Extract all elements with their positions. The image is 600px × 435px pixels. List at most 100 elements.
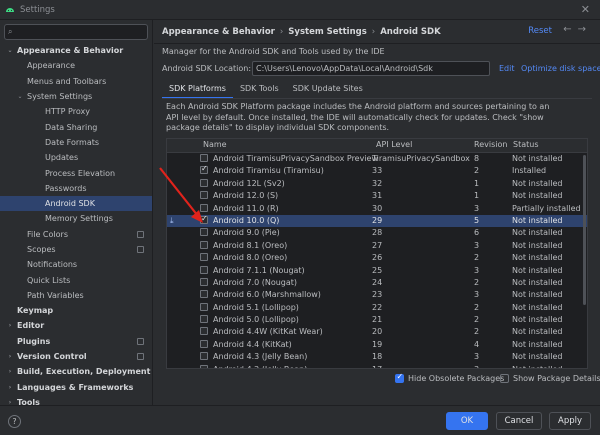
apply-button[interactable]: Apply [549, 412, 591, 430]
sidebar-item[interactable]: Scopes [0, 242, 152, 257]
column-header-status[interactable]: Status [513, 140, 539, 149]
back-arrow-icon[interactable]: ← [563, 24, 577, 35]
package-checkbox[interactable] [200, 339, 208, 348]
sidebar-item[interactable]: Android SDK [0, 195, 152, 212]
breadcrumb-item[interactable]: Appearance & Behavior [162, 27, 275, 37]
package-checkbox[interactable] [200, 315, 208, 324]
table-row[interactable]: Android 11.0 (R) 30 3 Partially installed [167, 203, 587, 215]
table-row[interactable]: Android 8.0 (Oreo) 26 2 Not installed [167, 252, 587, 264]
package-checkbox[interactable] [200, 214, 208, 224]
table-row[interactable]: Android 8.1 (Oreo) 27 3 Not installed [167, 240, 587, 252]
sidebar-item[interactable]: Memory Settings [0, 211, 152, 226]
sidebar-item[interactable]: Updates [0, 150, 152, 165]
sidebar-item[interactable]: File Colors [0, 227, 152, 242]
sidebar-item[interactable]: Quick Lists [0, 272, 152, 287]
sidebar-item[interactable]: Notifications [0, 257, 152, 272]
chevron-right-icon[interactable]: › [6, 353, 14, 360]
forward-arrow-icon[interactable]: → [578, 24, 592, 35]
package-checkbox[interactable] [200, 265, 208, 274]
table-row[interactable]: Android 6.0 (Marshmallow) 23 3 Not installe… [167, 289, 587, 301]
package-checkbox[interactable] [200, 203, 208, 212]
sidebar-item[interactable]: Passwords [0, 181, 152, 196]
table-row[interactable]: Android 12.0 (S) 31 1 Not installed [167, 190, 587, 202]
column-header-api-level[interactable]: API Level [376, 140, 412, 149]
sidebar-item[interactable]: Plugins [0, 334, 152, 349]
sidebar-item[interactable]: Date Formats [0, 135, 152, 150]
android-studio-icon [6, 7, 14, 12]
package-checkbox[interactable] [200, 290, 208, 299]
sidebar-item[interactable]: Data Sharing [0, 119, 152, 134]
table-row[interactable]: ⤓ Android 10.0 (Q) 29 5 Not installed [167, 214, 587, 228]
hide-obsolete-option[interactable]: Hide Obsolete Packages [395, 372, 504, 383]
sidebar-item[interactable]: › Version Control [0, 349, 152, 364]
table-row[interactable]: Android 4.4 (KitKat) 19 4 Not installed [167, 339, 587, 351]
chevron-down-icon[interactable]: ⌄ [16, 93, 24, 100]
hide-obsolete-checkbox[interactable] [395, 372, 404, 383]
status: Not installed [512, 191, 563, 201]
api-level: 25 [372, 265, 383, 275]
table-row[interactable]: Android 5.1 (Lollipop) 22 2 Not installed [167, 302, 587, 314]
sidebar-item[interactable]: › Build, Execution, Deployment [0, 364, 152, 379]
sidebar-item[interactable]: › Tools [0, 395, 152, 405]
show-details-option[interactable]: Show Package Details [500, 374, 600, 383]
table-row[interactable]: Android 4.3 (Jelly Bean) 18 3 Not installed [167, 351, 587, 363]
package-checkbox[interactable] [200, 191, 208, 200]
chevron-right-icon[interactable]: › [6, 368, 14, 375]
settings-tree: ⌄ Appearance & Behavior Appearance Menus an… [0, 43, 152, 405]
sidebar-item[interactable]: Appearance [0, 58, 152, 73]
sidebar-item[interactable]: ⌄ Appearance & Behavior [0, 43, 152, 58]
package-checkbox[interactable] [200, 240, 208, 249]
sidebar-item[interactable]: Keymap [0, 303, 152, 318]
breadcrumb-item[interactable]: System Settings [288, 27, 367, 37]
chevron-down-icon[interactable]: ⌄ [6, 47, 14, 54]
table-row[interactable]: Android 12L (Sv2) 32 1 Not installed [167, 178, 587, 190]
sidebar-item[interactable]: › Languages & Frameworks [0, 380, 152, 395]
tab-sdk-update-sites[interactable]: SDK Update Sites [286, 82, 370, 99]
table-row[interactable]: Android 9.0 (Pie) 28 6 Not installed [167, 227, 587, 239]
show-details-label[interactable]: Show Package Details [513, 374, 600, 383]
help-icon[interactable]: ? [8, 415, 21, 428]
close-icon[interactable]: ✕ [581, 3, 590, 16]
table-row[interactable]: Android Tiramisu (Tiramisu) 33 2 Installed [167, 164, 587, 177]
tab-sdk-platforms[interactable]: SDK Platforms [162, 82, 233, 99]
package-checkbox[interactable] [200, 154, 208, 162]
tab-sdk-tools[interactable]: SDK Tools [233, 82, 286, 99]
reset-link[interactable]: Reset [528, 26, 552, 36]
sidebar-item-label: Android SDK [45, 199, 95, 209]
package-checkbox[interactable] [200, 364, 208, 368]
package-checkbox[interactable] [200, 228, 208, 237]
sidebar-item[interactable]: ⌄ System Settings [0, 89, 152, 104]
sidebar-item[interactable]: Process Elevation [0, 165, 152, 180]
hide-obsolete-label[interactable]: Hide Obsolete Packages [408, 374, 504, 383]
sidebar-item[interactable]: Menus and Toolbars [0, 74, 152, 89]
sidebar-item[interactable]: › Editor [0, 318, 152, 333]
table-row[interactable]: Android 7.0 (Nougat) 24 2 Not installed [167, 277, 587, 289]
column-header-name[interactable]: Name [203, 140, 227, 149]
sidebar-item[interactable]: HTTP Proxy [0, 104, 152, 119]
column-header-revision[interactable]: Revision [474, 140, 507, 149]
package-checkbox[interactable] [200, 178, 208, 187]
table-row[interactable]: Android 4.4W (KitKat Wear) 20 2 Not install… [167, 326, 587, 338]
table-scrollbar[interactable] [583, 155, 586, 305]
ok-button[interactable]: OK [446, 412, 488, 430]
chevron-right-icon[interactable]: › [6, 384, 14, 391]
search-box[interactable]: ⌕ [4, 24, 148, 40]
package-checkbox[interactable] [200, 253, 208, 262]
package-checkbox[interactable] [200, 277, 208, 286]
package-checkbox[interactable] [200, 327, 208, 336]
table-row[interactable]: Android 5.0 (Lollipop) 21 2 Not installed [167, 314, 587, 326]
package-checkbox[interactable] [200, 164, 208, 175]
search-input[interactable] [14, 27, 135, 37]
table-row[interactable]: Android TiramisuPrivacySandbox Preview Ti… [167, 153, 587, 165]
chevron-right-icon[interactable]: › [6, 322, 14, 329]
table-row[interactable]: Android 4.2 (Jelly Bean) 17 3 Not installed [167, 364, 587, 368]
table-row[interactable]: Android 7.1.1 (Nougat) 25 3 Not installed [167, 265, 587, 277]
edit-link[interactable]: Edit [499, 64, 515, 73]
package-checkbox[interactable] [200, 302, 208, 311]
package-checkbox[interactable] [200, 352, 208, 361]
sidebar-item[interactable]: Path Variables [0, 288, 152, 303]
optimize-disk-space-link[interactable]: Optimize disk space [521, 64, 600, 73]
sdk-location-field[interactable]: C:\Users\Lenovo\AppData\Local\Android\Sd… [252, 61, 490, 76]
show-details-checkbox[interactable] [500, 374, 509, 383]
cancel-button[interactable]: Cancel [496, 412, 542, 430]
